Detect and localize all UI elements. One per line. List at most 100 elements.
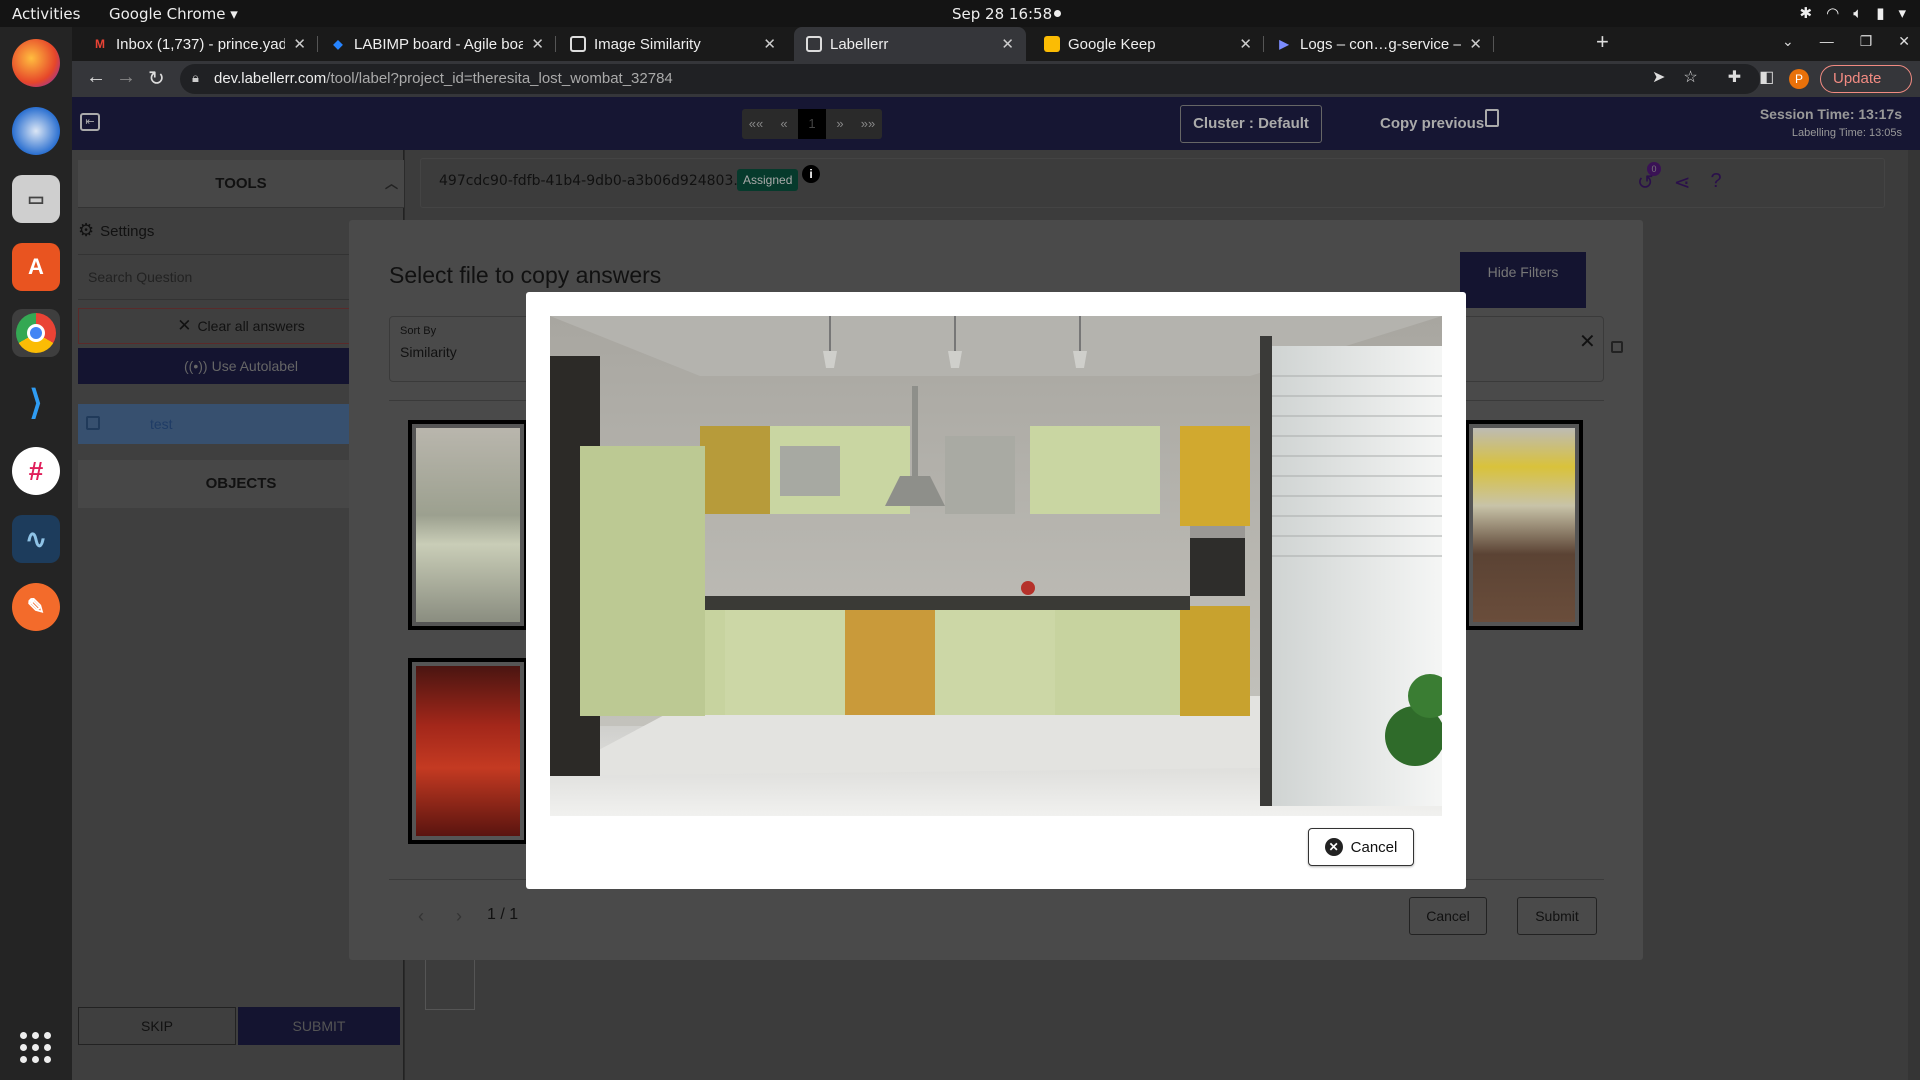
postman-icon[interactable]: ✎ — [12, 583, 60, 631]
collapse-sidebar-icon[interactable]: ⇤ — [80, 113, 100, 131]
candidate-thumbnail[interactable] — [408, 420, 528, 630]
first-page-button[interactable]: «« — [742, 109, 770, 139]
next-page-button[interactable]: » — [826, 109, 854, 139]
close-tab-icon[interactable]: ✕ — [531, 35, 544, 53]
activities-button[interactable]: Activities — [12, 5, 80, 23]
tab-search-icon[interactable]: ⌄ — [1782, 33, 1794, 50]
send-tab-icon[interactable]: ➤ — [1652, 67, 1665, 87]
settings-link[interactable]: ⚙ Settings — [78, 220, 154, 241]
tab-title: Image Similarity — [594, 35, 701, 53]
dock: ▭ A ⟩ # ∿ ✎ — [0, 27, 72, 1080]
prev-page-button[interactable]: « — [770, 109, 798, 139]
url-host: dev.labellerr.com — [214, 70, 327, 87]
close-tab-icon[interactable]: ✕ — [1469, 35, 1482, 53]
sort-by-label: Sort By — [400, 325, 437, 337]
cluster-button[interactable]: Cluster : Default — [1180, 105, 1322, 143]
tab-gmail[interactable]: M Inbox (1,737) - prince.yad ✕ — [80, 27, 318, 61]
gear-icon: ⚙ — [78, 220, 95, 240]
extensions-icon[interactable]: ✚ — [1728, 67, 1741, 87]
tab-title: Inbox (1,737) - prince.yad — [116, 35, 286, 53]
chevron-right-icon[interactable]: › — [456, 906, 462, 927]
update-button[interactable]: Update — [1820, 65, 1913, 93]
bookmark-star-icon[interactable]: ☆ — [1683, 67, 1697, 87]
minimize-icon[interactable]: — — [1820, 33, 1834, 50]
candidate-thumbnail[interactable] — [1465, 420, 1583, 630]
mysql-workbench-icon[interactable]: ∿ — [12, 515, 60, 563]
preview-cancel-button[interactable]: ✕ Cancel — [1308, 828, 1414, 866]
files-icon[interactable]: ▭ — [12, 175, 60, 223]
skip-button[interactable]: SKIP — [78, 1007, 236, 1045]
clear-filter-icon[interactable]: ✕ — [1579, 329, 1596, 354]
tab-logs[interactable]: ▶ Logs – con…g-service – Cl ✕ — [1264, 27, 1494, 61]
new-tab-icon[interactable]: + — [1596, 29, 1609, 55]
help-icon[interactable]: ? — [1711, 170, 1722, 195]
tools-title: TOOLS — [215, 175, 267, 192]
logs-icon: ▶ — [1279, 37, 1289, 51]
wifi-icon[interactable]: ◠ — [1826, 4, 1839, 22]
file-name: 497cdc90-fdfb-41b4-9db0-a3b06d924803.jpe… — [439, 173, 769, 189]
side-panel-icon[interactable]: ◧ — [1759, 67, 1774, 87]
tab-image-similarity[interactable]: Image Similarity ✕ — [558, 27, 788, 61]
page-scrollbar[interactable] — [1908, 150, 1920, 1080]
copy-previous-button[interactable]: Copy previous — [1380, 115, 1484, 132]
tab-title: Google Keep — [1068, 35, 1156, 53]
preview-cancel-label: Cancel — [1350, 838, 1398, 856]
modal-title: Select file to copy answers — [389, 262, 662, 288]
slack-tray-icon[interactable]: ✱ — [1800, 4, 1813, 22]
notification-dot — [1054, 10, 1061, 17]
page-indicator: 1 / 1 — [487, 906, 519, 923]
power-menu-icon[interactable]: ▾ — [1898, 4, 1906, 22]
tools-section-header[interactable]: TOOLS ︿ — [78, 160, 404, 208]
vscode-icon[interactable]: ⟩ — [12, 379, 60, 427]
close-tab-icon[interactable]: ✕ — [1239, 35, 1252, 53]
sidebar-submit-button[interactable]: SUBMIT — [238, 1007, 400, 1045]
close-tab-icon[interactable]: ✕ — [293, 35, 306, 53]
candidate-thumbnail[interactable] — [408, 658, 528, 844]
share-icon[interactable]: ⋖ — [1674, 170, 1691, 195]
status-badge: Assigned — [737, 169, 799, 191]
close-window-icon[interactable]: ✕ — [1898, 33, 1910, 50]
reload-icon[interactable]: ↻ — [148, 66, 165, 91]
tab-title: LABIMP board - Agile boa — [354, 35, 524, 53]
tab-google-keep[interactable]: Google Keep ✕ — [1032, 27, 1264, 61]
os-top-bar: Activities Google Chrome ▾ Sep 28 16:58 … — [0, 0, 1920, 27]
thunderbird-icon[interactable] — [12, 107, 60, 155]
sort-by-select[interactable]: Similarity — [400, 344, 457, 360]
tab-jira[interactable]: ◆ LABIMP board - Agile boa ✕ — [318, 27, 556, 61]
slack-icon[interactable]: # — [12, 447, 60, 495]
doc-icon — [570, 36, 586, 52]
back-icon[interactable]: ← — [86, 66, 106, 89]
hide-filters-button[interactable]: Hide Filters — [1460, 252, 1586, 308]
restore-icon[interactable]: ❐ — [1860, 33, 1873, 50]
close-tab-icon[interactable]: ✕ — [763, 35, 776, 53]
copy-icon[interactable] — [1485, 109, 1499, 127]
tab-labellerr[interactable]: Labellerr ✕ — [794, 27, 1026, 61]
chrome-dock-icon[interactable] — [12, 309, 60, 357]
chevron-up-icon[interactable]: ︿ — [385, 160, 398, 208]
system-tray[interactable]: ✱ ◠ 🔈︎ ▮ ▾ — [1800, 4, 1906, 22]
battery-icon[interactable]: ▮ — [1876, 4, 1884, 22]
info-icon[interactable]: i — [802, 165, 820, 183]
firefox-icon[interactable] — [12, 39, 60, 87]
software-center-icon[interactable]: A — [12, 243, 60, 291]
profile-avatar[interactable]: P — [1789, 69, 1809, 89]
close-tab-icon[interactable]: ✕ — [1001, 35, 1014, 53]
question-label: test — [150, 416, 173, 432]
current-page[interactable]: 1 — [798, 109, 826, 139]
last-page-button[interactable]: »» — [854, 109, 882, 139]
submit-button[interactable]: Submit — [1517, 897, 1597, 935]
forward-icon[interactable]: → — [116, 66, 136, 89]
history-icon[interactable]: ↺ — [1637, 170, 1654, 195]
cancel-button[interactable]: Cancel — [1409, 897, 1487, 935]
tab-strip: M Inbox (1,737) - prince.yad ✕ ◆ LABIMP … — [72, 27, 1920, 61]
clock[interactable]: Sep 28 16:58 — [952, 5, 1052, 23]
volume-icon[interactable]: 🔈︎ — [1853, 4, 1862, 22]
labelling-time: Labelling Time: 13:05s — [1791, 127, 1902, 139]
question-checkbox[interactable] — [86, 416, 100, 430]
show-apps-icon[interactable] — [20, 1032, 52, 1064]
calendar-icon[interactable] — [1611, 341, 1623, 353]
app-menu[interactable]: Google Chrome ▾ — [109, 5, 238, 23]
chevron-left-icon[interactable]: ‹ — [418, 906, 424, 927]
file-actions: ↺ ⋖ ? — [1637, 170, 1722, 195]
address-bar[interactable]: 🔒︎ dev.labellerr.com/tool/label?project_… — [180, 64, 1760, 94]
